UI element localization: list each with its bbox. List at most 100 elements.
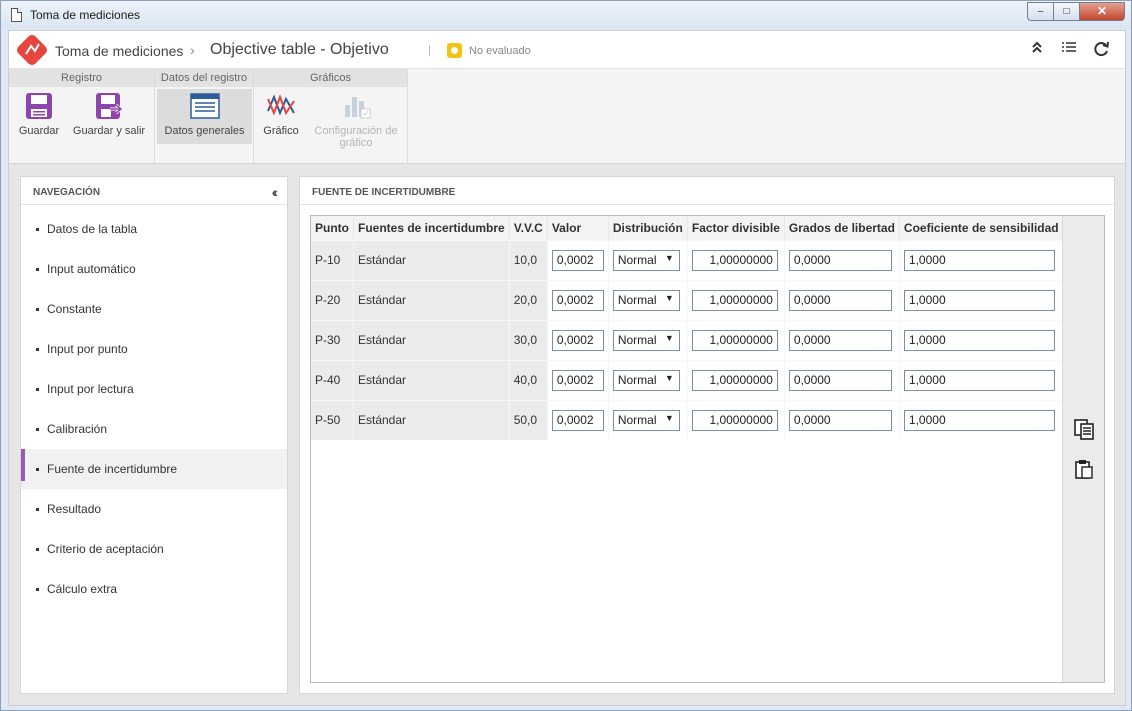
distribucion-value: Normal [617,292,657,307]
coeficiente-input[interactable] [903,369,1055,391]
cell-fuente: Estándar [353,319,510,360]
ribbon-toolbar: Registro Guardar Guardar y salir Datos d… [9,69,1125,164]
distribucion-select[interactable]: Normal ▼ [612,329,680,351]
factor-input[interactable] [691,369,778,391]
coeficiente-input[interactable] [903,409,1055,431]
table-cell [784,279,900,320]
table-row: P-10Estándar10,0 Normal ▼ [311,239,1064,280]
factor-input[interactable] [691,409,778,431]
nav-item-calibracion[interactable]: Calibración [21,409,287,449]
distribucion-value: Normal [617,412,657,427]
grid-side-toolbar [1062,216,1104,682]
coeficiente-input[interactable] [903,289,1055,311]
copy-icon[interactable] [1073,418,1095,440]
nav-item-input-automatico[interactable]: Input automático [21,249,287,289]
cell-punto: P-20 [311,279,354,320]
col-punto[interactable]: Punto [311,216,354,240]
save-button[interactable]: Guardar [13,89,65,141]
nav-item-calculo-extra[interactable]: Cálculo extra [21,569,287,609]
close-button[interactable]: ✕ [1079,2,1125,21]
nav-item-fuente-incertidumbre[interactable]: Fuente de incertidumbre [21,449,287,489]
grados-input[interactable] [788,289,892,311]
cell-vvc: 40,0 [509,359,548,400]
valor-input[interactable] [551,409,604,431]
table-row: P-20Estándar20,0 Normal ▼ [311,279,1064,320]
navigation-header: NAVEGACIÓN ‹‹ [21,177,287,205]
grados-input[interactable] [788,369,892,391]
refresh-icon[interactable] [1091,40,1111,60]
table-cell [547,359,609,400]
distribucion-select[interactable]: Normal ▼ [612,249,680,271]
col-grados[interactable]: Grados de libertad [784,216,900,240]
window-controls: ‒ □ ✕ [1027,2,1125,21]
chart-config-icon [339,89,373,123]
grados-input[interactable] [788,329,892,351]
coeficiente-input[interactable] [903,249,1055,271]
ribbon-group-title: Datos del registro [155,69,253,87]
save-and-exit-button[interactable]: Guardar y salir [69,89,149,141]
section-title: FUENTE DE INCERTIDUMBRE [300,177,1114,205]
dropdown-arrow-icon: ▼ [664,332,674,343]
dropdown-arrow-icon: ▼ [664,252,674,263]
chart-icon [264,89,298,123]
nav-item-criterio-aceptacion[interactable]: Criterio de aceptación [21,529,287,569]
col-factor[interactable]: Factor divisible [687,216,785,240]
col-coeficiente[interactable]: Coeficiente de sensibilidad [899,216,1064,240]
general-data-button[interactable]: Datos generales [157,89,252,144]
table-cell [784,399,900,440]
factor-input[interactable] [691,329,778,351]
dropdown-arrow-icon: ▼ [664,372,674,383]
nav-item-datos-tabla[interactable]: Datos de la tabla [21,209,287,249]
cell-fuente: Estándar [353,239,510,280]
table-cell [899,359,1064,400]
nav-item-input-lectura[interactable]: Input por lectura [21,369,287,409]
uncertainty-table: Punto Fuentes de incertidumbre V.V.C Val… [311,216,1064,440]
header-divider [429,45,430,56]
distribucion-value: Normal [617,372,657,387]
save-icon [22,89,56,123]
list-icon[interactable] [1059,40,1079,60]
collapse-up-icon[interactable] [1027,40,1047,60]
nav-item-resultado[interactable]: Resultado [21,489,287,529]
col-vvc[interactable]: V.V.C [509,216,548,240]
valor-input[interactable] [551,289,604,311]
cell-punto: P-50 [311,399,354,440]
valor-input[interactable] [551,369,604,391]
minimize-button[interactable]: ‒ [1027,2,1054,21]
nav-item-input-punto[interactable]: Input por punto [21,329,287,369]
collapse-left-icon[interactable]: ‹‹ [272,184,279,200]
navigation-title: NAVEGACIÓN [33,187,101,198]
paste-icon[interactable] [1073,458,1095,480]
chart-config-label: Configuración de gráfico [314,125,398,149]
factor-input[interactable] [691,289,778,311]
valor-input[interactable] [551,329,604,351]
ribbon-group-graficos: Gráficos Gráfico Configuración de gráfic… [254,69,408,164]
table-cell [687,279,785,320]
breadcrumb-root[interactable]: Toma de mediciones [55,43,183,59]
coeficiente-input[interactable] [903,329,1055,351]
col-distribucion[interactable]: Distribución [608,216,688,240]
chart-button[interactable]: Gráfico [258,89,304,141]
form-icon [188,89,222,123]
distribucion-select[interactable]: Normal ▼ [612,409,680,431]
table-cell: Normal ▼ [608,359,688,400]
ribbon-group-title: Gráficos [254,69,407,87]
distribucion-select[interactable]: Normal ▼ [612,289,680,311]
maximize-button[interactable]: □ [1053,2,1080,21]
factor-input[interactable] [691,249,778,271]
table-cell [899,279,1064,320]
col-valor[interactable]: Valor [547,216,609,240]
chart-label: Gráfico [263,125,299,137]
navigation-panel: NAVEGACIÓN ‹‹ Datos de la tabla Input au… [20,176,288,694]
table-row: P-50Estándar50,0 Normal ▼ [311,399,1064,440]
grados-input[interactable] [788,249,892,271]
valor-input[interactable] [551,249,604,271]
logo-mark-icon [25,43,40,55]
col-fuentes[interactable]: Fuentes de incertidumbre [353,216,510,240]
table-cell [687,359,785,400]
nav-item-constante[interactable]: Constante [21,289,287,329]
chart-config-button[interactable]: Configuración de gráfico [308,89,404,149]
table-cell: Normal ▼ [608,279,688,320]
grados-input[interactable] [788,409,892,431]
distribucion-select[interactable]: Normal ▼ [612,369,680,391]
